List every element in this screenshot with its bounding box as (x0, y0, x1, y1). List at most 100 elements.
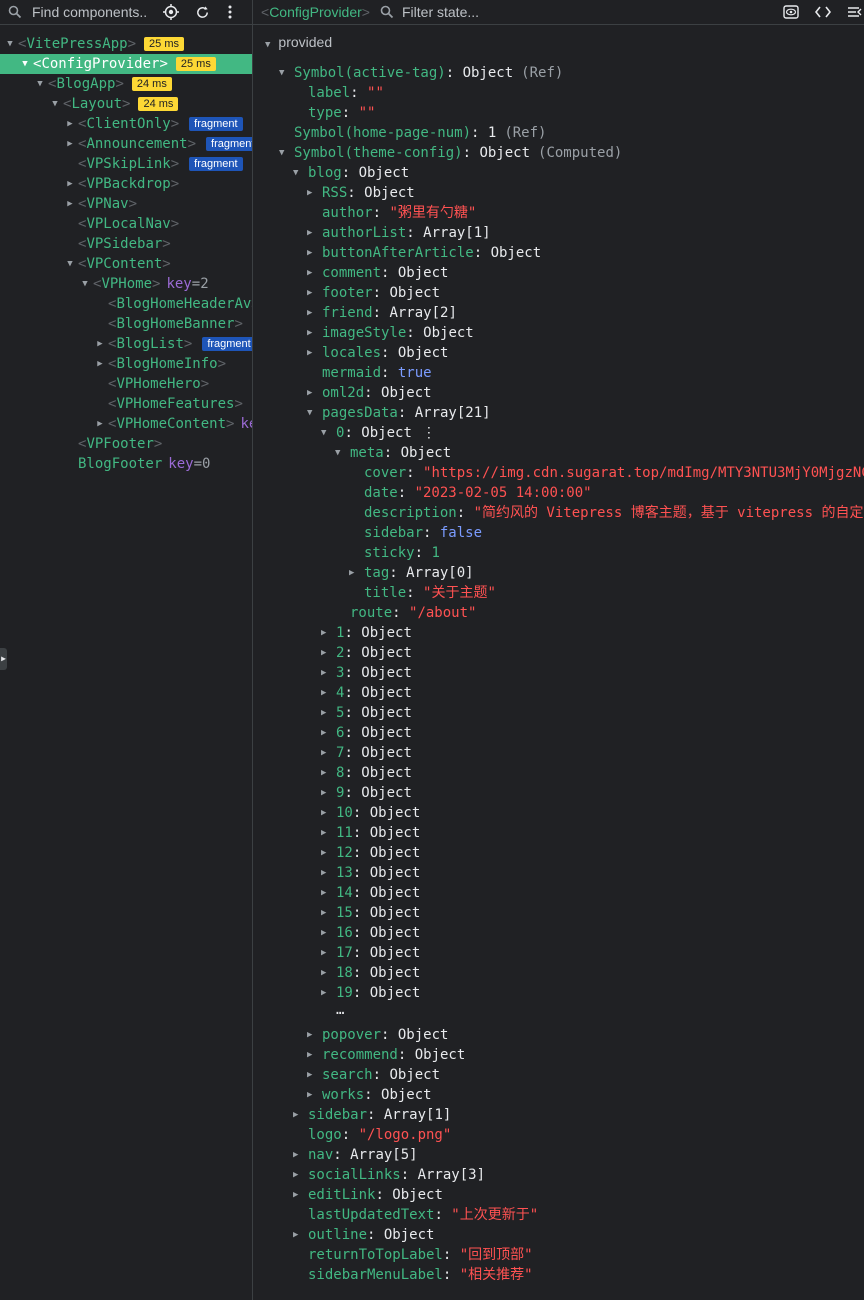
chevron-down-icon[interactable]: ▼ (307, 403, 312, 423)
chevron-right-icon[interactable]: ▶ (321, 983, 326, 1003)
state-row[interactable]: ▶ authorList: Array[1] (307, 223, 491, 243)
chevron-right-icon[interactable]: ▶ (321, 823, 326, 843)
tree-node[interactable]: ▶ <VPBackdrop> (0, 174, 252, 194)
state-row[interactable]: ▶ locales: Object (307, 343, 448, 363)
chevron-right-icon[interactable]: ▶ (321, 923, 326, 943)
tree-node[interactable]: ▼ <BlogApp> 24 ms (0, 74, 252, 94)
chevron-right-icon[interactable]: ▶ (95, 354, 105, 374)
chevron-down-icon[interactable]: ▼ (65, 254, 75, 274)
chevron-right-icon[interactable]: ▶ (293, 1225, 298, 1245)
state-row[interactable]: ▶ nav: Array[5] (293, 1145, 418, 1165)
state-row[interactable]: ▶ 7: Object (321, 743, 412, 763)
chevron-right-icon[interactable]: ▶ (321, 623, 326, 643)
chevron-right-icon[interactable]: ▶ (0, 648, 7, 670)
state-row[interactable]: ▶ 6: Object (321, 723, 412, 743)
chevron-right-icon[interactable]: ▶ (321, 943, 326, 963)
chevron-down-icon[interactable]: ▼ (335, 443, 340, 463)
state-row[interactable]: ▶ 15: Object (321, 903, 420, 923)
state-row[interactable]: ▼ meta: Object (335, 443, 451, 463)
chevron-right-icon[interactable]: ▶ (321, 743, 326, 763)
state-row[interactable]: ▶ tag: Array[0] (349, 563, 474, 583)
chevron-right-icon[interactable]: ▶ (321, 883, 326, 903)
chevron-right-icon[interactable]: ▶ (293, 1105, 298, 1125)
chevron-right-icon[interactable]: ▶ (307, 1045, 312, 1065)
state-row[interactable]: ▶ footer: Object (307, 283, 440, 303)
chevron-right-icon[interactable]: ▶ (321, 643, 326, 663)
state-row[interactable]: ▶ 13: Object (321, 863, 420, 883)
chevron-down-icon[interactable]: ▼ (279, 63, 284, 83)
refresh-icon[interactable] (195, 0, 213, 24)
state-row[interactable]: ▶ 17: Object (321, 943, 420, 963)
tree-node[interactable]: ▶<VPHomeContent>key (0, 414, 252, 434)
state-row[interactable]: ▶ popover: Object (307, 1025, 448, 1045)
state-row[interactable]: ▶ 2: Object (321, 643, 412, 663)
state-row[interactable]: ▶ sidebar: Array[1] (293, 1105, 451, 1125)
state-row[interactable]: ▶ RSS: Object (307, 183, 415, 203)
chevron-right-icon[interactable]: ▶ (95, 334, 105, 354)
chevron-right-icon[interactable]: ▶ (307, 303, 312, 323)
state-row[interactable]: ▼ pagesData: Array[21] (307, 403, 491, 423)
state-row[interactable]: ▶ 16: Object (321, 923, 420, 943)
tree-node[interactable]: <VPHomeHero> (0, 374, 252, 394)
chevron-right-icon[interactable]: ▶ (307, 383, 312, 403)
state-row[interactable]: ▶ 14: Object (321, 883, 420, 903)
more-vertical-icon[interactable]: ⋮ (422, 425, 436, 441)
chevron-right-icon[interactable]: ▶ (321, 803, 326, 823)
state-row[interactable]: ▶ comment: Object (307, 263, 448, 283)
code-icon[interactable] (815, 0, 833, 24)
chevron-right-icon[interactable]: ▶ (321, 783, 326, 803)
chevron-down-icon[interactable]: ▼ (293, 163, 298, 183)
state-row[interactable]: ▶ 10: Object (321, 803, 420, 823)
chevron-down-icon[interactable]: ▼ (321, 423, 326, 443)
chevron-right-icon[interactable]: ▶ (349, 563, 354, 583)
chevron-right-icon[interactable]: ▶ (307, 1085, 312, 1105)
state-row[interactable]: ▼ blog: Object (293, 163, 409, 183)
tree-node[interactable]: ▼ <VPHome> key=2 (0, 274, 252, 294)
chevron-right-icon[interactable]: ▶ (65, 114, 75, 134)
tree-node[interactable]: ▼ <Layout> 24 ms (0, 94, 252, 114)
chevron-right-icon[interactable]: ▶ (65, 174, 75, 194)
chevron-down-icon[interactable]: ▼ (20, 54, 30, 74)
tree-node[interactable]: <BlogHomeHeaderAv> (0, 294, 252, 314)
more-vertical-icon[interactable] (228, 0, 244, 24)
chevron-right-icon[interactable]: ▶ (307, 183, 312, 203)
provided-section-header[interactable]: ▼ provided (265, 32, 332, 52)
state-row[interactable]: ▶ recommend: Object (307, 1045, 465, 1065)
chevron-right-icon[interactable]: ▶ (307, 223, 312, 243)
more-items-ellipsis[interactable]: … (336, 1002, 344, 1018)
chevron-right-icon[interactable]: ▶ (321, 663, 326, 683)
chevron-down-icon[interactable]: ▼ (5, 34, 15, 54)
state-row[interactable]: ▶ 9: Object (321, 783, 412, 803)
state-row[interactable]: ▶ search: Object (307, 1065, 440, 1085)
state-row[interactable]: ▼ Symbol(active-tag): Object (Ref) (279, 63, 563, 83)
chevron-right-icon[interactable]: ▶ (65, 194, 75, 214)
chevron-right-icon[interactable]: ▶ (321, 863, 326, 883)
state-row[interactable]: ▶ 18: Object (321, 963, 420, 983)
state-row[interactable]: ▶ 1: Object (321, 623, 412, 643)
state-row[interactable]: ▶ 4: Object (321, 683, 412, 703)
state-row[interactable]: ▼ 0: Object ⋮ (321, 423, 436, 443)
chevron-right-icon[interactable]: ▶ (307, 1065, 312, 1085)
tree-node[interactable]: ▼ <VPContent> (0, 254, 252, 274)
tree-node[interactable]: <VPHomeFeatures> (0, 394, 252, 414)
state-row[interactable]: ▶ editLink: Object (293, 1185, 443, 1205)
tree-node[interactable]: ▶ <Announcement> fragment (0, 134, 252, 154)
chevron-right-icon[interactable]: ▶ (307, 323, 312, 343)
target-icon[interactable] (163, 0, 181, 24)
tree-node[interactable]: BlogFooter key=0 (0, 454, 252, 474)
chevron-right-icon[interactable]: ▶ (307, 343, 312, 363)
filter-state-input[interactable]: Filter state... (402, 0, 602, 24)
find-components-input[interactable]: Find components.. (32, 0, 152, 24)
tree-node[interactable]: <VPSkipLink> fragment (0, 154, 252, 174)
tree-node[interactable]: ▶ <ClientOnly> fragment (0, 114, 252, 134)
state-row[interactable]: ▶ socialLinks: Array[3] (293, 1165, 485, 1185)
tree-node[interactable]: <VPSidebar> (0, 234, 252, 254)
chevron-right-icon[interactable]: ▶ (307, 263, 312, 283)
chevron-right-icon[interactable]: ▶ (321, 763, 326, 783)
state-row[interactable]: ▶ oml2d: Object (307, 383, 432, 403)
tree-node[interactable]: ▶ <BlogList> fragment (0, 334, 252, 354)
tree-node[interactable]: <VPFooter> (0, 434, 252, 454)
chevron-right-icon[interactable]: ▶ (307, 1025, 312, 1045)
chevron-right-icon[interactable]: ▶ (321, 963, 326, 983)
chevron-down-icon[interactable]: ▼ (50, 94, 60, 114)
